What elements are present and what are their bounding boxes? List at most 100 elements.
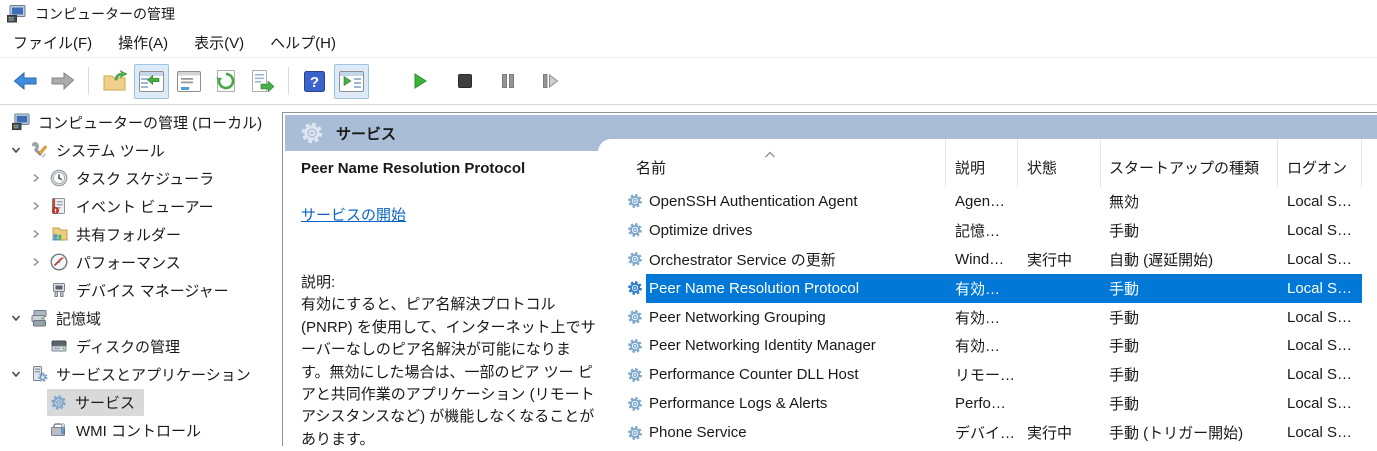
service-description: 説明: 有効にすると、ピア名解決プロトコル (PNRP) を使用して、インターネ…: [301, 272, 599, 451]
tree-item-label: ディスクの管理: [76, 338, 180, 356]
services-panel: サービス Peer Name Resolution Protocol サービスの…: [282, 112, 1377, 448]
column-header-startup-type[interactable]: スタートアップの種類: [1101, 139, 1278, 187]
services-applications-icon: [30, 365, 48, 383]
tree-item-label: サービス: [75, 394, 136, 412]
sidebar-item-task-scheduler[interactable]: タスク スケジューラ: [0, 164, 280, 192]
menu-file[interactable]: ファイル(F): [0, 28, 105, 57]
sidebar-item-shared-folders[interactable]: 共有フォルダー: [0, 220, 280, 248]
services-list-pane: 名前 説明 状態 スタートアップの種類 ログオン OpenSSH Authent…: [598, 139, 1377, 446]
refresh-icon[interactable]: [208, 64, 243, 99]
svg-text:?: ?: [310, 74, 319, 91]
service-gear-icon: [627, 193, 643, 209]
sidebar-item-services[interactable]: サービス: [0, 388, 280, 416]
service-row[interactable]: Optimize drives 記憶… 手動 Local S…: [598, 216, 1377, 245]
sidebar-item-wmi-control[interactable]: WMI コントロール: [0, 416, 280, 444]
export-list-icon[interactable]: [245, 64, 280, 99]
service-gear-icon: [627, 251, 643, 267]
chevron-down-icon[interactable]: [8, 142, 24, 158]
show-action-pane-icon[interactable]: [334, 63, 369, 99]
services-icon: [50, 394, 67, 411]
service-row[interactable]: OpenSSH Authentication Agent Agen… 無効 Local…: [598, 187, 1377, 216]
toolbar: ?: [0, 58, 1377, 105]
back-icon[interactable]: [8, 64, 43, 99]
service-gear-icon: [627, 338, 643, 354]
tree-item-label: サービスとアプリケーション: [56, 366, 251, 384]
tree-item-label: 記憶域: [56, 310, 102, 328]
toolbar-separator: [385, 67, 386, 95]
restart-service-icon[interactable]: [533, 64, 568, 99]
chevron-down-icon[interactable]: [8, 366, 24, 382]
computer-management-icon: [7, 5, 26, 23]
device-manager-icon: [50, 281, 68, 299]
shared-folders-icon: [50, 225, 68, 243]
start-service-icon[interactable]: [402, 64, 437, 99]
properties-icon[interactable]: [171, 64, 206, 99]
menu-view[interactable]: 表示(V): [181, 28, 257, 57]
sidebar-item-computer-management-root[interactable]: コンピューターの管理 (ローカル): [0, 108, 280, 136]
chevron-down-icon[interactable]: [8, 310, 24, 326]
export-wizard-icon[interactable]: [97, 64, 132, 99]
tree-item-label: コンピューターの管理 (ローカル): [38, 114, 263, 132]
help-icon[interactable]: ?: [297, 64, 332, 99]
event-viewer-icon: [50, 197, 68, 215]
service-row[interactable]: Peer Networking Identity Manager 有効… 手動 Loc…: [598, 331, 1377, 360]
sidebar-item-system-tools[interactable]: システム ツール: [0, 136, 280, 164]
description-text: 有効にすると、ピア名解決プロトコル (PNRP) を使用して、インターネット上で…: [301, 296, 596, 448]
services-list-header: 名前 説明 状態 スタートアップの種類 ログオン: [598, 139, 1377, 187]
performance-icon: [50, 253, 68, 271]
service-gear-icon: [627, 280, 643, 296]
window-titlebar: コンピューターの管理: [0, 0, 1377, 28]
service-gear-icon: [627, 367, 643, 383]
service-row[interactable]: Performance Logs & Alerts Perfo… 手動 Local S…: [598, 389, 1377, 418]
forward-icon[interactable]: [45, 64, 80, 99]
sidebar-item-device-manager[interactable]: デバイス マネージャー: [0, 276, 280, 304]
service-row[interactable]: Peer Networking Grouping 有効… 手動 Local S…: [598, 303, 1377, 332]
column-header-description[interactable]: 説明: [946, 139, 1018, 187]
service-row-selected[interactable]: Peer Name Resolution Protocol 有効… 手動 Local …: [598, 273, 1377, 303]
service-row[interactable]: Orchestrator Service の更新 Wind… 実行中 自動 (遅延開始…: [598, 245, 1377, 274]
gear-icon: [300, 121, 324, 145]
column-header-name[interactable]: 名前: [598, 139, 946, 187]
start-service-link[interactable]: サービスの開始: [301, 204, 406, 225]
service-gear-icon: [627, 309, 643, 325]
chevron-right-icon[interactable]: [28, 198, 44, 214]
tree-item-label: デバイス マネージャー: [76, 282, 229, 300]
tree-item-label: タスク スケジューラ: [76, 170, 215, 188]
sidebar-item-disk-management[interactable]: ディスクの管理: [0, 332, 280, 360]
column-header-status[interactable]: 状態: [1018, 139, 1101, 187]
service-gear-icon: [627, 222, 643, 238]
tree-item-label: 共有フォルダー: [76, 226, 182, 244]
console-tree: コンピューターの管理 (ローカル) システム ツール タスク スケジューラ イベ…: [0, 108, 280, 446]
show-console-tree-icon[interactable]: [134, 63, 169, 99]
menu-bar: ファイル(F) 操作(A) 表示(V) ヘルプ(H): [0, 28, 1377, 58]
chevron-right-icon[interactable]: [28, 170, 44, 186]
task-scheduler-icon: [50, 169, 68, 187]
storage-icon: [30, 309, 48, 327]
sidebar-item-storage[interactable]: 記憶域: [0, 304, 280, 332]
chevron-right-icon[interactable]: [28, 254, 44, 270]
tree-item-label: パフォーマンス: [76, 254, 181, 272]
tree-item-label: WMI コントロール: [76, 422, 201, 440]
window-title: コンピューターの管理: [35, 6, 175, 22]
computer-management-icon: [12, 113, 30, 131]
service-detail-pane: Peer Name Resolution Protocol サービスの開始 説明…: [283, 152, 597, 448]
services-header-title: サービス: [336, 125, 397, 143]
service-row[interactable]: Performance Counter DLL Host リモー… 手動 Local …: [598, 360, 1377, 389]
column-header-logon-as[interactable]: ログオン: [1278, 139, 1362, 187]
menu-action[interactable]: 操作(A): [105, 28, 181, 57]
sidebar-item-services-and-applications[interactable]: サービスとアプリケーション: [0, 360, 280, 388]
sidebar-item-event-viewer[interactable]: イベント ビューアー: [0, 192, 280, 220]
service-row[interactable]: Phone Service デバイ… 実行中 手動 (トリガー開始) Local S…: [598, 418, 1377, 446]
pause-service-icon[interactable]: [490, 64, 525, 99]
sidebar-item-performance[interactable]: パフォーマンス: [0, 248, 280, 276]
menu-help[interactable]: ヘルプ(H): [257, 28, 349, 57]
description-label: 説明:: [301, 274, 336, 291]
stop-service-icon[interactable]: [447, 64, 482, 99]
disk-management-icon: [50, 337, 68, 355]
toolbar-separator: [88, 67, 89, 95]
chevron-right-icon[interactable]: [28, 226, 44, 242]
